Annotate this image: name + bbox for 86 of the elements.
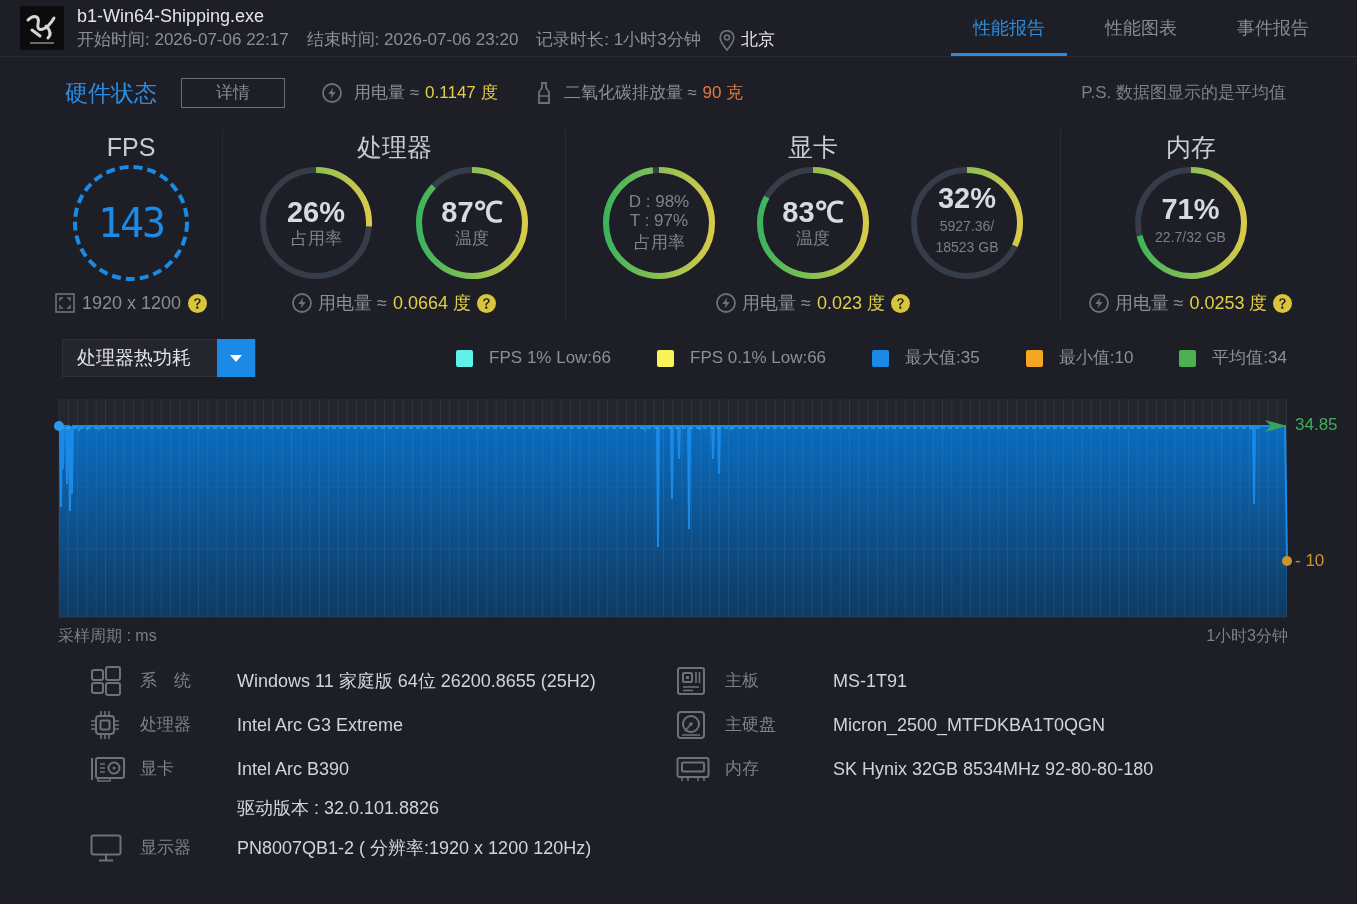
gauge-detail: 5927.36/ 18523 GB: [934, 217, 1000, 257]
spec-label: 显卡: [140, 758, 175, 781]
duration-text: 记录时长: 1小时3分钟: [536, 29, 701, 51]
co2-emission-label: 二氧化碳排放量 ≈: [563, 82, 697, 105]
spec-label: 内存: [725, 758, 760, 781]
x-axis-end-label: 1小时3分钟: [1206, 626, 1288, 646]
fps-value: 143: [97, 203, 165, 243]
power-usage-label: 用电量 ≈: [742, 292, 811, 315]
graphics-card-icon: [90, 756, 126, 782]
help-icon[interactable]: [188, 293, 208, 313]
spec-label: 主板: [725, 670, 760, 693]
help-icon[interactable]: [1273, 293, 1293, 313]
spec-value: Micron_2500_MTFDKBA1T0QGN: [833, 713, 1106, 738]
min-value-label: - 10: [1295, 550, 1325, 572]
spec-label: 显示器: [140, 837, 192, 860]
help-icon[interactable]: [890, 293, 910, 313]
spec-value: MS-1T91: [833, 669, 908, 693]
power-usage-value: 0.1147 度: [425, 82, 498, 105]
app-logo-icon: [20, 6, 64, 50]
average-note-text: P.S. 数据图显示的是平均值: [1081, 82, 1286, 105]
legend-label: FPS 1% Low:66: [489, 347, 611, 370]
start-time-text: 开始时间: 2026-07-06 22:17: [77, 29, 289, 51]
power-usage-value: 0.023 度: [816, 292, 885, 315]
report-tab[interactable]: 事件报告: [1215, 0, 1331, 56]
legend-label: FPS 0.1% Low:66: [690, 347, 827, 370]
help-icon[interactable]: [476, 293, 496, 313]
gauge-detail: 22.7/32 GB: [1154, 227, 1227, 247]
group-title: FPS: [106, 132, 156, 163]
legend-label: 最大值:35: [905, 347, 980, 370]
gauge-label: 占用率: [633, 232, 685, 254]
power-usage-label: 用电量 ≈: [1114, 292, 1184, 315]
screen-frame-icon: [54, 293, 75, 313]
location-pin-icon: [718, 29, 735, 51]
power-usage-value: 0.0664 度: [392, 292, 471, 315]
gauge-value: 32%: [937, 182, 996, 214]
spec-value: PN8007QB1-2 ( 分辨率:1920 x 1200 120Hz): [237, 836, 592, 860]
memory-module-icon: [676, 756, 710, 782]
gauge-value: 26%: [286, 196, 345, 228]
spec-value: Windows 11 家庭版 64位 26200.8655 (25H2): [237, 669, 596, 693]
motherboard-icon: [676, 666, 706, 696]
co2-emission-value: 90 克: [702, 82, 744, 105]
gauge-label: 占用率: [290, 228, 342, 250]
spec-label: 系 统: [140, 670, 192, 693]
spec-value: Intel Arc G3 Extreme: [237, 713, 404, 737]
monitor-icon: [90, 834, 122, 862]
power-usage-label: 用电量 ≈: [354, 82, 420, 105]
dashed-ring-icon: [73, 165, 189, 281]
details-button[interactable]: 详情: [181, 78, 285, 108]
group-title: 处理器: [356, 132, 432, 163]
spec-value: SK Hynix 32GB 8534MHz 92-80-80-180: [833, 757, 1154, 781]
gauge-value: 71%: [1161, 192, 1220, 225]
power-usage-value: 0.0253 度: [1189, 292, 1268, 315]
gauge-value: 83℃: [782, 196, 844, 228]
spec-value: Intel Arc B390: [237, 757, 350, 781]
gauge-reading: D : 98%: [628, 192, 690, 211]
gauge-label: 温度: [796, 228, 830, 250]
lightning-circle-icon: [322, 83, 342, 103]
chip-icon: [90, 710, 120, 740]
group-title: 显卡: [788, 132, 838, 163]
report-tab[interactable]: 性能图表: [1083, 0, 1199, 56]
group-title: 内存: [1165, 132, 1216, 163]
hardware-status-title: 硬件状态: [65, 78, 157, 108]
lightning-circle-icon: [292, 293, 312, 313]
gauge-reading: T : 97%: [629, 211, 689, 230]
resolution-text: 1920 x 1200: [81, 292, 182, 315]
gauge-value: 87℃: [441, 196, 503, 228]
caret-down-icon: [230, 354, 242, 362]
bottle-icon: [535, 82, 552, 104]
end-time-text: 结束时间: 2026-07-06 23:20: [306, 29, 519, 51]
driver-version-text: 驱动版本 : 32.0.101.8826: [237, 797, 440, 820]
metric-dropdown[interactable]: 处理器热功耗: [62, 339, 256, 377]
lightning-circle-icon: [1088, 293, 1109, 313]
legend-label: 平均值:34: [1212, 347, 1287, 370]
x-axis-start-label: 采样周期 : ms: [58, 626, 157, 646]
location-text: 北京: [740, 29, 775, 51]
app-title: b1-Win64-Shipping.exe: [77, 5, 266, 28]
spec-label: 处理器: [140, 714, 192, 737]
power-usage-label: 用电量 ≈: [318, 292, 387, 315]
dropdown-toggle-button[interactable]: [217, 339, 255, 377]
spec-label: 主硬盘: [725, 714, 777, 737]
average-value-label: 34.85: [1295, 414, 1338, 436]
lightning-circle-icon: [716, 293, 737, 313]
gauge-label: 温度: [455, 228, 489, 250]
legend-label: 最小值:10: [1058, 347, 1134, 370]
tiles-icon: [90, 666, 122, 696]
report-tab[interactable]: 性能报告: [951, 0, 1067, 56]
